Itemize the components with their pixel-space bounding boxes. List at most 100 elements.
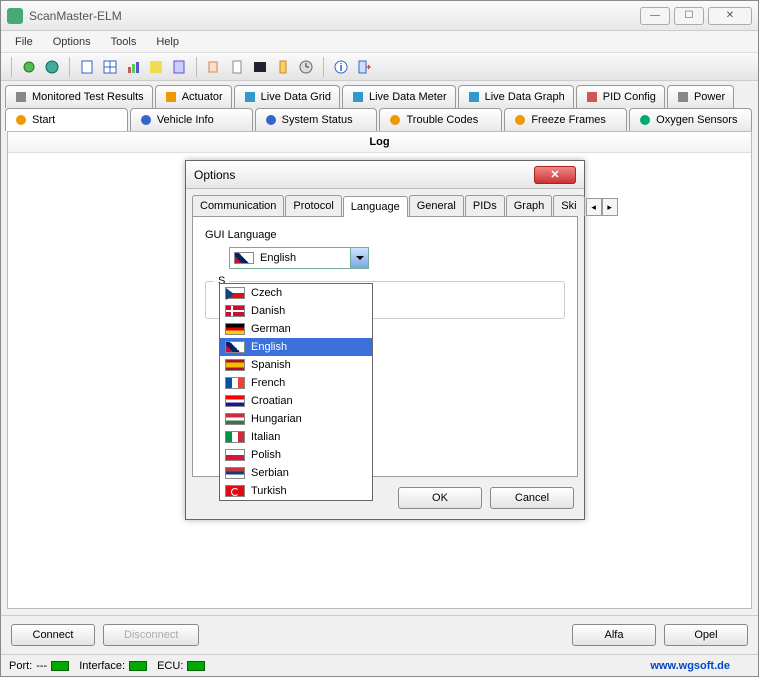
dialog-title: Options	[194, 168, 534, 182]
tabs-lower: StartVehicle InfoSystem StatusTrouble Co…	[1, 108, 758, 131]
dialog-tab-communication[interactable]: Communication	[192, 195, 284, 216]
titlebar: ScanMaster-ELM — ☐ ✕	[1, 1, 758, 31]
tab-start[interactable]: Start	[5, 108, 128, 131]
tab-scroll-right[interactable]: ▸	[602, 198, 618, 216]
tool-info-icon[interactable]: i	[331, 57, 351, 77]
flag-icon	[234, 252, 254, 264]
tool-doc-icon[interactable]	[77, 57, 97, 77]
tab-vehicle-info[interactable]: Vehicle Info	[130, 108, 253, 131]
dialog-titlebar: Options ✕	[186, 161, 584, 189]
language-dropdown[interactable]: CzechDanishGermanEnglishSpanishFrenchCro…	[219, 283, 373, 501]
flag-icon	[225, 359, 245, 371]
flag-icon	[225, 287, 245, 299]
language-option-turkish[interactable]: Turkish	[220, 482, 372, 500]
dialog-tab-protocol[interactable]: Protocol	[285, 195, 341, 216]
tool-copy-icon[interactable]	[204, 57, 224, 77]
toolbar: i	[1, 53, 758, 81]
dialog-close-button[interactable]: ✕	[534, 166, 576, 184]
tab-system-status[interactable]: System Status	[255, 108, 378, 131]
language-option-croatian[interactable]: Croatian	[220, 392, 372, 410]
tab-oxygen-sensors[interactable]: Oxygen Sensors	[629, 108, 752, 131]
port-led-icon	[51, 661, 69, 671]
dialog-tab-graph[interactable]: Graph	[506, 195, 553, 216]
flag-icon	[225, 323, 245, 335]
flag-icon	[225, 431, 245, 443]
combo-value: English	[260, 252, 296, 264]
interface-led-icon	[129, 661, 147, 671]
dialog-tab-general[interactable]: General	[409, 195, 464, 216]
gui-language-label: GUI Language	[205, 229, 565, 241]
disconnect-button: Disconnect	[103, 624, 199, 646]
language-combo[interactable]: English	[229, 247, 369, 269]
dialog-tab-pids[interactable]: PIDs	[465, 195, 505, 216]
combo-dropdown-button[interactable]	[350, 248, 368, 268]
tool-chart-icon[interactable]	[123, 57, 143, 77]
status-interface-label: Interface:	[79, 660, 125, 672]
language-option-spanish[interactable]: Spanish	[220, 356, 372, 374]
maximize-button[interactable]: ☐	[674, 7, 704, 25]
bottom-panel: Connect Disconnect Alfa Opel	[1, 615, 758, 654]
tool-globe-icon[interactable]	[42, 57, 62, 77]
tool-grid-icon[interactable]	[100, 57, 120, 77]
tool-doc2-icon[interactable]	[169, 57, 189, 77]
tab-power[interactable]: Power	[667, 85, 734, 108]
menu-options[interactable]: Options	[43, 33, 101, 51]
tool-trip-icon[interactable]	[273, 57, 293, 77]
flag-icon	[225, 449, 245, 461]
tab-live-data-meter[interactable]: Live Data Meter	[342, 85, 456, 108]
tab-freeze-frames[interactable]: Freeze Frames	[504, 108, 627, 131]
log-header: Log	[8, 132, 751, 153]
language-option-english[interactable]: English	[220, 338, 372, 356]
tool-terminal-icon[interactable]	[250, 57, 270, 77]
opel-button[interactable]: Opel	[664, 624, 748, 646]
language-option-italian[interactable]: Italian	[220, 428, 372, 446]
flag-icon	[225, 377, 245, 389]
tab-actuator[interactable]: Actuator	[155, 85, 232, 108]
language-option-danish[interactable]: Danish	[220, 302, 372, 320]
flag-icon	[225, 305, 245, 317]
svg-text:i: i	[339, 62, 342, 74]
connect-button[interactable]: Connect	[11, 624, 95, 646]
close-button[interactable]: ✕	[708, 7, 752, 25]
tab-live-data-grid[interactable]: Live Data Grid	[234, 85, 340, 108]
ecu-led-icon	[187, 661, 205, 671]
dialog-tab-ski[interactable]: Ski	[553, 195, 584, 216]
tool-clock-icon[interactable]	[296, 57, 316, 77]
statusbar: Port: --- Interface: ECU: www.wgsoft.de	[1, 654, 758, 676]
language-option-german[interactable]: German	[220, 320, 372, 338]
dialog-tabs: CommunicationProtocolLanguageGeneralPIDs…	[192, 195, 578, 217]
tab-pid-config[interactable]: PID Config	[576, 85, 665, 108]
tab-trouble-codes[interactable]: Trouble Codes	[379, 108, 502, 131]
language-option-czech[interactable]: Czech	[220, 284, 372, 302]
tab-monitored-test-results[interactable]: Monitored Test Results	[5, 85, 153, 108]
cancel-button[interactable]: Cancel	[490, 487, 574, 509]
language-option-polish[interactable]: Polish	[220, 446, 372, 464]
tool-exit-icon[interactable]	[354, 57, 374, 77]
status-port-label: Port:	[9, 660, 32, 672]
menu-help[interactable]: Help	[146, 33, 189, 51]
menubar: File Options Tools Help	[1, 31, 758, 53]
alfa-button[interactable]: Alfa	[572, 624, 656, 646]
menu-tools[interactable]: Tools	[101, 33, 147, 51]
flag-icon	[225, 341, 245, 353]
language-option-serbian[interactable]: Serbian	[220, 464, 372, 482]
language-option-hungarian[interactable]: Hungarian	[220, 410, 372, 428]
tool-map-icon[interactable]	[146, 57, 166, 77]
window-title: ScanMaster-ELM	[29, 9, 640, 23]
app-icon	[7, 8, 23, 24]
tabs-upper: Monitored Test ResultsActuatorLive Data …	[1, 81, 758, 108]
flag-icon	[225, 395, 245, 407]
tool-connect-icon[interactable]	[19, 57, 39, 77]
ok-button[interactable]: OK	[398, 487, 482, 509]
menu-file[interactable]: File	[5, 33, 43, 51]
tab-live-data-graph[interactable]: Live Data Graph	[458, 85, 574, 108]
language-option-french[interactable]: French	[220, 374, 372, 392]
tool-paste-icon[interactable]	[227, 57, 247, 77]
flag-icon	[225, 485, 245, 497]
tab-scroll-left[interactable]: ◂	[586, 198, 602, 216]
flag-icon	[225, 413, 245, 425]
website-link[interactable]: www.wgsoft.de	[650, 660, 730, 672]
dialog-tab-language[interactable]: Language	[343, 196, 408, 217]
minimize-button[interactable]: —	[640, 7, 670, 25]
status-ecu-label: ECU:	[157, 660, 183, 672]
